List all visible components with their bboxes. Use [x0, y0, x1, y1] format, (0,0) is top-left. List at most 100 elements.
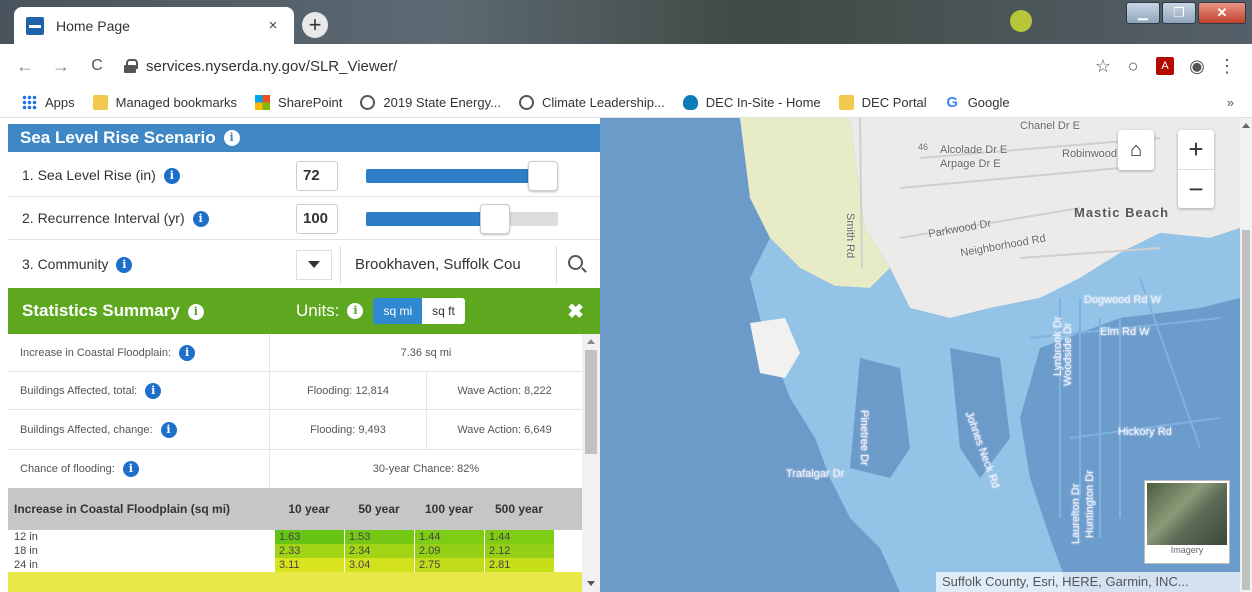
close-window-icon[interactable]: ✕: [1198, 2, 1246, 24]
info-icon[interactable]: i: [163, 168, 180, 185]
close-statistics-icon[interactable]: ✖: [567, 299, 584, 324]
bookmark-label: Managed bookmarks: [115, 95, 238, 110]
stat-label: Chance of flooding:: [20, 463, 115, 475]
stat-row-chance: Chance of flooding: i 30-year Chance: 82%: [8, 450, 582, 488]
menu-icon[interactable]: ⋮: [1212, 56, 1242, 77]
table-cell: 2.75: [414, 558, 484, 572]
info-icon[interactable]: i: [187, 303, 204, 320]
account-icon[interactable]: ◉: [1182, 56, 1212, 77]
slr-slider[interactable]: [366, 160, 558, 191]
map-view[interactable]: Chanel Dr E Alcolade Dr E Arpage Dr E Ro…: [600, 118, 1240, 592]
scroll-thumb[interactable]: [1242, 230, 1250, 590]
floodplain-table-header: Increase in Coastal Floodplain (sq mi) 1…: [8, 488, 582, 530]
info-icon[interactable]: i: [116, 257, 133, 274]
extension-circle-icon[interactable]: ○: [1118, 56, 1148, 77]
units-toggle[interactable]: sq mi sq ft: [373, 298, 465, 324]
table-cell: 2.81: [484, 558, 554, 572]
bookmark-dec-portal[interactable]: DEC Portal: [838, 95, 927, 110]
recurrence-label: 2. Recurrence Interval (yr): [22, 209, 185, 226]
stat-flooding-value: Flooding: 9,493: [310, 423, 386, 436]
new-tab-button[interactable]: +: [302, 12, 328, 38]
stat-wave-value: Wave Action: 6,649: [426, 410, 582, 449]
bookmark-state-energy[interactable]: 2019 State Energy...: [360, 95, 501, 110]
lock-icon: [124, 59, 138, 73]
acrobat-icon[interactable]: A: [1156, 57, 1174, 75]
stat-label: Buildings Affected, change:: [20, 423, 153, 436]
row-label: 12 in: [14, 531, 38, 543]
stats-scrollbar[interactable]: [582, 334, 600, 592]
community-row: 3. Community i Brookhaven, Suffolk Cou: [8, 241, 600, 288]
table-cell: 2.33: [274, 544, 344, 558]
stat-row-buildings-total: Buildings Affected, total: i Flooding: 12…: [8, 372, 582, 410]
community-input[interactable]: Brookhaven, Suffolk Cou: [340, 245, 556, 284]
table-row: 18 in 2.33 2.34 2.09 2.12: [8, 544, 582, 558]
scroll-up-icon[interactable]: [1242, 123, 1250, 128]
units-sqft-button[interactable]: sq ft: [422, 298, 465, 324]
maximize-icon[interactable]: ❐: [1162, 2, 1196, 24]
minimize-icon[interactable]: ▁: [1126, 2, 1160, 24]
zoom-out-button[interactable]: −: [1178, 169, 1214, 208]
table-cell: 2.12: [484, 544, 554, 558]
info-icon[interactable]: i: [347, 303, 364, 319]
basemap-imagery-toggle[interactable]: Imagery: [1144, 480, 1230, 564]
search-icon[interactable]: [556, 245, 598, 284]
column-header: 50 year: [358, 502, 400, 516]
table-cell: 1.63: [274, 530, 344, 544]
more-bookmarks-icon[interactable]: »: [1227, 95, 1234, 110]
site-favicon-icon: [26, 16, 44, 35]
info-icon[interactable]: i: [160, 421, 177, 438]
window-controls: ▁ ❐ ✕: [1124, 2, 1246, 24]
bookmark-sharepoint[interactable]: SharePoint: [255, 95, 342, 110]
bookmark-label: DEC In-Site - Home: [705, 95, 821, 110]
home-icon[interactable]: ⌂: [1118, 130, 1154, 170]
row-label: 24 in: [14, 559, 38, 571]
scroll-down-icon[interactable]: [587, 581, 595, 586]
apps-grid-icon: [22, 95, 37, 110]
map-attribution: Suffolk County, Esri, HERE, Garmin, INC.…: [936, 572, 1240, 592]
bookmark-label: SharePoint: [278, 95, 343, 110]
table-cell: 1.53: [344, 530, 414, 544]
stat-row-floodplain: Increase in Coastal Floodplain: i 7.36 sq…: [8, 334, 582, 372]
bookmark-managed[interactable]: Managed bookmarks: [92, 95, 238, 110]
zoom-in-button[interactable]: +: [1178, 130, 1214, 169]
recurrence-slider[interactable]: [366, 203, 558, 234]
slr-value-input[interactable]: 72: [296, 160, 338, 191]
slider-handle[interactable]: [528, 160, 558, 191]
bookmark-climate[interactable]: Climate Leadership...: [518, 95, 665, 110]
info-icon[interactable]: i: [192, 211, 209, 228]
slider-handle[interactable]: [479, 203, 510, 234]
stat-value: 7.36 sq mi: [400, 346, 452, 359]
reload-icon[interactable]: C: [86, 57, 108, 75]
map-street-label: Dogwood Rd W: [1084, 294, 1162, 306]
map-route-label: 46: [918, 142, 929, 152]
bookmark-apps[interactable]: Apps: [22, 95, 75, 110]
imagery-thumbnail: [1147, 483, 1227, 545]
bookmarks-bar: Apps Managed bookmarks SharePoint 2019 S…: [0, 88, 1252, 118]
community-dropdown-toggle[interactable]: [296, 249, 332, 280]
page-scrollbar[interactable]: [1240, 118, 1252, 592]
stat-wave-value: Wave Action: 8,222: [426, 372, 582, 409]
units-sqmi-button[interactable]: sq mi: [373, 298, 423, 324]
info-icon[interactable]: i: [223, 130, 240, 146]
globe-icon: [360, 95, 376, 110]
scroll-up-icon[interactable]: [587, 339, 595, 344]
bookmark-google[interactable]: G Google: [945, 95, 1009, 110]
close-tab-icon[interactable]: ×: [264, 17, 282, 34]
info-icon[interactable]: i: [179, 344, 196, 361]
scroll-thumb[interactable]: [585, 350, 597, 454]
address-bar[interactable]: services.nyserda.ny.gov/SLR_Viewer/: [124, 50, 1088, 82]
bookmark-dec-insite[interactable]: DEC In-Site - Home: [682, 95, 821, 110]
recurrence-value-input[interactable]: 100: [296, 203, 338, 234]
table-row: 12 in 1.63 1.53 1.44 1.44: [8, 530, 582, 544]
map-street-label: Smith Rd: [844, 213, 856, 259]
info-icon[interactable]: i: [145, 382, 162, 399]
star-icon[interactable]: ☆: [1088, 56, 1118, 77]
scenario-title: Sea Level Rise Scenario: [20, 128, 216, 147]
forward-icon[interactable]: →: [50, 56, 72, 77]
browser-tab[interactable]: Home Page ×: [14, 7, 294, 44]
back-icon[interactable]: ←: [14, 56, 36, 77]
sea-level-rise-row: 1. Sea Level Rise (in) i 72: [8, 155, 600, 197]
map-street-label: Elm Rd W: [1100, 326, 1150, 338]
browser-toolbar: ← → C services.nyserda.ny.gov/SLR_Viewer…: [0, 44, 1252, 88]
info-icon[interactable]: i: [122, 461, 139, 477]
